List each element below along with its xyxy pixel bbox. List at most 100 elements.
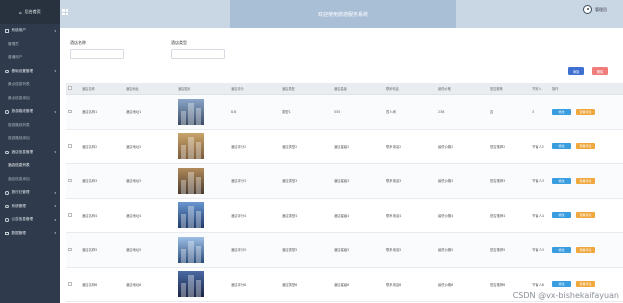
- sidebar-item[interactable]: 管理员: [0, 38, 60, 52]
- col-header[interactable]: 最低价格: [438, 86, 490, 91]
- row-checkbox[interactable]: [66, 144, 76, 149]
- sidebar-item[interactable]: 旅游路线管理 ▾: [0, 105, 60, 119]
- col-header[interactable]: 节省人: [532, 86, 549, 91]
- hotel-name: 酒店名称1: [82, 110, 98, 115]
- sidebar-item[interactable]: 酒店信息列表: [0, 159, 60, 173]
- col-header[interactable]: 酒店地址: [126, 86, 178, 91]
- view-comments-button[interactable]: 查看评论: [576, 246, 595, 253]
- chevron-down-icon: ▾: [54, 190, 56, 195]
- select-all-checkbox[interactable]: [66, 86, 76, 91]
- col-header[interactable]: 酒店星级: [334, 86, 386, 91]
- chevron-down-icon: ▾: [54, 150, 56, 155]
- hotel-phone: 联系电话3: [386, 179, 402, 184]
- row-checkbox[interactable]: [66, 213, 76, 218]
- chevron-down-icon: ▾: [54, 204, 56, 209]
- col-header[interactable]: 联系电话: [386, 86, 438, 91]
- hotel-type-input[interactable]: [171, 49, 225, 59]
- col-header[interactable]: 酒店评分: [231, 86, 282, 91]
- row-checkbox[interactable]: [66, 109, 76, 115]
- sidebar-item[interactable]: 系统用户 ▾: [0, 24, 60, 38]
- hotel-image-cell: [178, 236, 231, 263]
- filter-hotel-type-label: 酒店类型: [171, 40, 187, 45]
- menu-group-icon: [5, 204, 9, 208]
- hotel-min-price: 236: [438, 109, 445, 114]
- edit-button[interactable]: 修改: [552, 143, 571, 150]
- row-checkbox[interactable]: [66, 178, 76, 184]
- watermark: CSDN @vx-bishekaifayuan: [512, 291, 619, 300]
- hotel-rating: 酒店评分2: [231, 144, 247, 149]
- col-header[interactable]: 酒店图片: [178, 86, 231, 91]
- hotel-image[interactable]: [178, 202, 204, 229]
- row-checkbox[interactable]: [66, 247, 76, 253]
- sidebar-item[interactable]: 数据管理 ▾: [0, 227, 60, 241]
- chevron-down-icon: ▾: [54, 69, 56, 74]
- sidebar-item[interactable]: 公告信息管理 ▾: [0, 213, 60, 227]
- col-header[interactable]: 是否推荐: [490, 86, 532, 91]
- sidebar-item[interactable]: 系统管理 ▾: [0, 200, 60, 214]
- sidebar-item-label: 旅游路线列表: [8, 122, 30, 127]
- hotel-image[interactable]: [178, 167, 204, 194]
- sidebar-item[interactable]: 景点信息列表: [0, 78, 60, 92]
- sidebar-home[interactable]: ⌂ 后台首页: [0, 0, 60, 24]
- hotel-rating: 酒店评分6: [231, 282, 247, 287]
- hotel-recommended: 否: [490, 110, 494, 115]
- sidebar-item-label: 酒店信息添加: [8, 176, 30, 181]
- sidebar-item-label: 管理员: [8, 41, 19, 46]
- view-comments-button[interactable]: 查看评论: [576, 143, 595, 150]
- chevron-down-icon: ▾: [54, 217, 56, 222]
- sidebar-item[interactable]: 酒店信息管理 ▾: [0, 146, 60, 160]
- hotel-image[interactable]: [178, 236, 204, 263]
- edit-button[interactable]: 修改: [552, 212, 571, 219]
- sidebar-item[interactable]: 旅游路线添加: [0, 132, 60, 146]
- view-comments-button[interactable]: 查看评论: [576, 281, 595, 288]
- menu-group-icon: [5, 69, 9, 73]
- hotel-rating: 酒店评分4: [231, 213, 247, 218]
- menu-group-icon: [5, 150, 9, 154]
- hotel-image[interactable]: [178, 98, 204, 125]
- sidebar-item[interactable]: 旅游路线列表: [0, 119, 60, 133]
- table-row: 酒店名称4 酒店地址4 酒店评分4 酒店类型4 酒店星级4 联系电话4 最低价格4 是否推荐4…: [66, 199, 623, 233]
- menu-group-icon: [5, 218, 9, 222]
- hotel-star: 酒店星级4: [334, 213, 350, 218]
- row-actions: 修改 查看评论: [549, 177, 623, 184]
- hotel-rating: 酒店评分3: [231, 179, 247, 184]
- view-comments-button[interactable]: 查看评论: [576, 177, 595, 184]
- view-comments-button[interactable]: 查看评论: [576, 212, 595, 219]
- sidebar-item-label: 基础设置管理: [11, 68, 34, 73]
- edit-button[interactable]: 修改: [552, 281, 571, 288]
- sidebar-item[interactable]: 景点信息添加: [0, 92, 60, 106]
- col-header: 操作: [552, 87, 559, 91]
- hotel-saver: 节省人5: [532, 248, 544, 253]
- col-header[interactable]: 酒店类型: [282, 86, 334, 91]
- menu-toggle-icon[interactable]: [62, 9, 68, 15]
- sidebar-item-label: 景点信息添加: [8, 95, 30, 100]
- sidebar-item-label: 数据管理: [11, 230, 26, 235]
- table-row: 酒店名称2 酒店地址2 酒店评分2 酒店类型2 酒店星级2 联系电话2 最低价格2 是否推荐2…: [66, 130, 623, 164]
- col-header[interactable]: 酒店名称: [76, 86, 126, 91]
- sidebar-item[interactable]: 普通用户: [0, 51, 60, 65]
- sidebar-item-label: 酒店信息管理: [11, 149, 34, 154]
- hotel-star: 555: [334, 109, 341, 114]
- add-button[interactable]: 添加: [568, 67, 584, 75]
- menu-group-icon: [5, 110, 9, 114]
- sidebar-item[interactable]: 基础设置管理 ▾: [0, 65, 60, 79]
- view-comments-button[interactable]: 查看评论: [576, 108, 595, 115]
- hotel-name-input[interactable]: [70, 49, 124, 59]
- edit-button[interactable]: 修改: [552, 108, 571, 115]
- user-menu[interactable]: 管理员: [583, 5, 607, 14]
- hotel-image[interactable]: [178, 271, 204, 298]
- hotel-address: 酒店地址2: [126, 144, 142, 149]
- row-checkbox[interactable]: [66, 282, 76, 287]
- hotel-name: 酒店名称2: [82, 144, 98, 149]
- hotel-type: 酒店类型3: [282, 179, 298, 184]
- edit-button[interactable]: 修改: [552, 177, 571, 184]
- sidebar-item[interactable]: 酒店信息添加: [0, 173, 60, 187]
- sidebar-item[interactable]: 旅行社管理 ▾: [0, 186, 60, 200]
- delete-button[interactable]: 删除: [592, 67, 608, 75]
- system-title-band: 欢迎使用旅游服务系统: [230, 0, 456, 28]
- edit-button[interactable]: 修改: [552, 246, 571, 253]
- hotel-recommended: 是否推荐3: [490, 179, 506, 184]
- hotel-type: 类型1: [282, 110, 291, 115]
- filter-hotel-type: 酒店类型: [171, 40, 225, 59]
- hotel-image[interactable]: [178, 133, 204, 160]
